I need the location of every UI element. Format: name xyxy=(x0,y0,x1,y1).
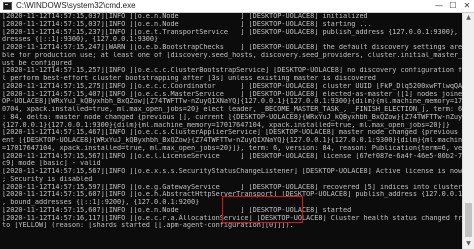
scroll-down-arrow-icon[interactable]: ▼ xyxy=(463,239,474,249)
console-line: [2020-11-12T14:57:15,275][INFO ][o.e.c.c… xyxy=(2,82,462,90)
scrollbar-thumb[interactable] xyxy=(465,203,472,237)
console-line: =17017647104, xpack.installed=true, ml.m… xyxy=(2,144,462,152)
console-line: [2020-11-12T14:57:15,567][INFO ][o.e.l.L… xyxy=(2,152,462,160)
maximize-button[interactable]: ☐ xyxy=(446,0,460,12)
cmd-app-icon xyxy=(3,2,12,10)
console-line: [2020-11-12T14:57:15,407][INFO ][o.e.c.s… xyxy=(2,90,462,98)
close-button[interactable]: ✕ xyxy=(460,0,474,12)
console-line: : 84, delta: master node changed {previo… xyxy=(2,113,462,121)
console-line: [2020-11-12T14:57:15,567][INFO ][o.e.x.s… xyxy=(2,168,462,175)
console-line: ent [{DESKTOP-UOLACE8}{WRxYuJ_kQByxhbh_B… xyxy=(2,137,462,144)
console-line: dresses {[::1]:9300}, {127.0.0.1:9300} xyxy=(2,36,159,44)
console-line: [2020-11-12T14:57:15,247][WARN ][o.e.b.B… xyxy=(2,44,462,51)
console-line: ble for production use; at least one of … xyxy=(2,51,462,59)
console-line: ust be configured xyxy=(2,59,72,67)
console-line: [2020-11-12T14:57:15,037][INFO ][o.e.n.N… xyxy=(2,13,368,20)
console-line: to [YELLOW] (reason: [shards started [[.… xyxy=(2,222,294,230)
console-line: {127.0.0.1}{127.0.0.1:9300}{dilm}{ml.mac… xyxy=(2,121,450,129)
console-line: ; Security is disabled xyxy=(2,175,93,183)
started-highlight-box xyxy=(222,196,303,223)
console-line: OP-UOLACE8][WRxYuJ_kQByxhbh_BxQZow][Z74T… xyxy=(2,98,462,106)
console-line: l perform best-effort cluster bootstrapp… xyxy=(2,75,376,82)
title-bar[interactable]: C:\WINDOWS\system32\cmd.exe — ☐ ✕ xyxy=(0,0,474,13)
console-line: [2020-11-12T14:57:15,467][INFO ][o.e.c.s… xyxy=(2,129,462,137)
console-line: [2020-11-12T14:57:15,257][INFO ][o.e.c.c… xyxy=(2,67,462,75)
window-title: C:\WINDOWS\system32\cmd.exe xyxy=(16,1,136,10)
cmd-window: C:\WINDOWS\system32\cmd.exe — ☐ ✕ [2020-… xyxy=(0,0,474,249)
console-line: [2020-11-12T14:57:15,237][INFO ][o.e.t.T… xyxy=(2,28,462,36)
scroll-up-arrow-icon[interactable]: ▲ xyxy=(463,13,474,23)
console-line: [2020-11-12T14:57:15,597][INFO ][o.e.g.G… xyxy=(2,183,462,191)
console-line: 0704, xpack.installed=true, ml.max_open_… xyxy=(2,106,462,113)
console-line: [2020-11-12T14:57:15,037][INFO ][o.e.n.N… xyxy=(2,20,372,28)
minimize-button[interactable]: — xyxy=(432,0,446,12)
console-line: c9] mode [basic] - valid xyxy=(2,160,101,168)
vertical-scrollbar[interactable]: ▲ ▼ xyxy=(462,13,474,249)
